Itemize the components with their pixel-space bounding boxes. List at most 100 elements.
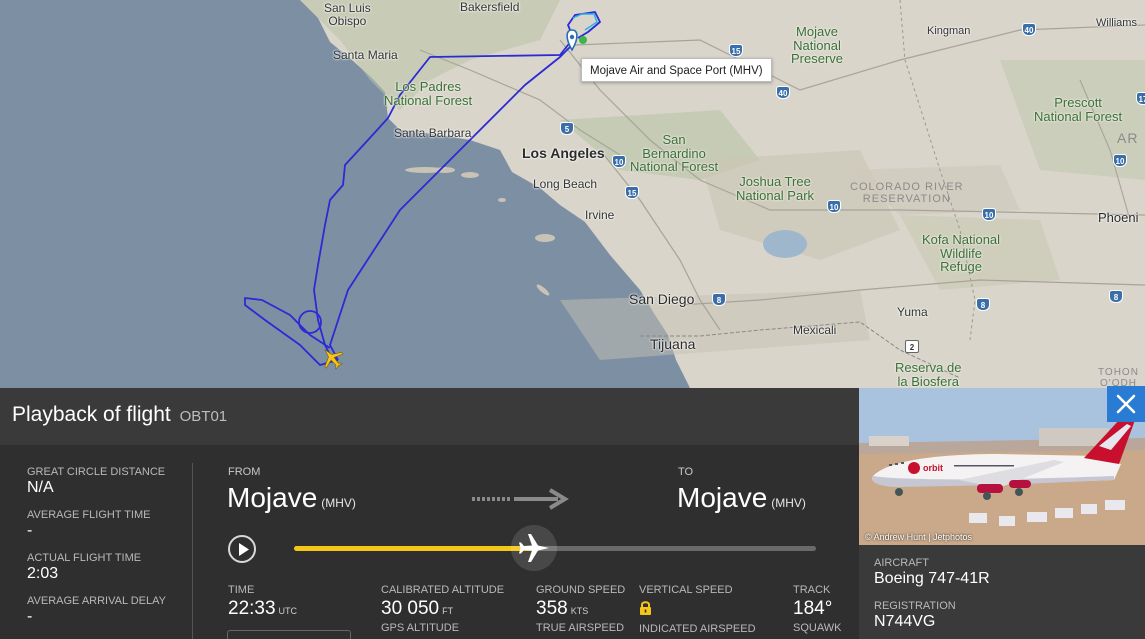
svg-text:orbit: orbit xyxy=(923,463,943,473)
time-number: 22:33 xyxy=(228,598,276,619)
map-canvas xyxy=(0,0,1145,388)
highway-shield: 17 xyxy=(1136,92,1145,105)
highway-shield: 8 xyxy=(976,298,990,311)
registration-value[interactable]: N744VG xyxy=(874,613,956,631)
indicated-airspeed-label: INDICATED AIRSPEED xyxy=(639,623,756,635)
flight-map[interactable]: Bakersfield San Luis Obispo Santa Maria … xyxy=(0,0,1145,388)
track-label: TRACK xyxy=(793,584,831,596)
close-button[interactable] xyxy=(1107,386,1145,422)
playback-speed-controls[interactable] xyxy=(227,630,351,639)
playback-scrubber[interactable] xyxy=(511,525,558,571)
from-city: Mojave xyxy=(227,482,318,513)
flight-id: OBT01 xyxy=(179,408,228,425)
to-airport[interactable]: Mojave (MHV) xyxy=(677,482,806,514)
true-airspeed-label: TRUE AIRSPEED xyxy=(536,622,625,634)
registration-block: REGISTRATION N744VG xyxy=(874,600,956,631)
play-icon xyxy=(239,543,249,556)
highway-shield: 40 xyxy=(776,86,790,99)
label-san-luis-obispo: San Luis Obispo xyxy=(324,1,371,28)
to-code: (MHV) xyxy=(771,496,806,510)
avg-flight-label: AVERAGE FLIGHT TIME xyxy=(27,509,151,521)
ground-speed-label: GROUND SPEED xyxy=(536,584,626,596)
aircraft-value[interactable]: Boeing 747-41R xyxy=(874,570,990,588)
highway-shield: 8 xyxy=(1109,290,1123,303)
playback-progress xyxy=(294,546,535,551)
ground-speed-unit: KTS xyxy=(570,606,589,616)
ground-speed-cell: GROUND SPEED 358 KTS TRUE AIRSPEED xyxy=(536,584,625,634)
great-circle-value: N/A xyxy=(27,479,54,496)
lock-icon[interactable] xyxy=(639,600,652,616)
actual-flight-label: ACTUAL FLIGHT TIME xyxy=(27,552,142,564)
time-value: 22:33 UTC xyxy=(228,598,297,620)
highway-shield: 40 xyxy=(1022,23,1036,36)
from-airport[interactable]: Mojave (MHV) xyxy=(227,482,356,514)
photo-credit[interactable]: © Andrew Hunt | Jetphotos xyxy=(865,532,972,542)
time-label: TIME xyxy=(228,584,255,596)
panel-header: Playback of flight OBT01 xyxy=(0,388,859,445)
panel-body: GREAT CIRCLE DISTANCE N/A AVERAGE FLIGHT… xyxy=(0,445,859,639)
label-san-diego: San Diego xyxy=(629,291,695,307)
time-cell: TIME 22:33 UTC xyxy=(228,584,297,620)
cal-alt-label: CALIBRATED ALTITUDE xyxy=(381,584,505,596)
vert-speed-value xyxy=(639,596,756,621)
label-ar: AR xyxy=(1117,130,1139,146)
to-city: Mojave xyxy=(677,482,768,513)
avg-delay-value: - xyxy=(27,608,33,625)
track-cell: TRACK 184° SQUAWK xyxy=(793,584,842,634)
flight-stats: GREAT CIRCLE DISTANCE N/A AVERAGE FLIGHT… xyxy=(27,466,187,638)
label-prescott: Prescott National Forest xyxy=(1034,95,1123,124)
avg-flight-stat: AVERAGE FLIGHT TIME - xyxy=(27,509,187,552)
ground-speed-value: 358 KTS xyxy=(536,598,625,620)
highway-shield: 10 xyxy=(1113,154,1127,167)
label-kofa: Kofa National Wildlife Refuge xyxy=(922,232,1001,275)
label-reserva: Reserva de la Biosfera xyxy=(895,360,962,388)
aircraft-label: AIRCRAFT xyxy=(874,557,929,569)
highway-shield: 10 xyxy=(982,208,996,221)
to-label: TO xyxy=(678,466,694,478)
track-value: 184° xyxy=(793,598,833,619)
airport-tooltip: Mojave Air and Space Port (MHV) xyxy=(581,58,772,82)
label-tohono: TOHON O'ODH xyxy=(1098,367,1139,388)
route-arrow-icon xyxy=(472,488,569,510)
label-colorado-river: COLORADO RIVER RESERVATION xyxy=(850,181,964,205)
label-tijuana: Tijuana xyxy=(650,336,696,352)
avg-flight-value: - xyxy=(27,522,33,539)
aircraft-type-block: AIRCRAFT Boeing 747-41R xyxy=(874,557,990,588)
label-williams: Williams xyxy=(1096,17,1137,29)
calibrated-altitude-cell: CALIBRATED ALTITUDE 30 050 FT GPS ALTITUD… xyxy=(381,584,504,634)
label-santa-barbara: Santa Barbara xyxy=(394,126,472,140)
great-circle-label: GREAT CIRCLE DISTANCE xyxy=(27,466,166,478)
label-yuma: Yuma xyxy=(897,305,928,319)
label-mexicali: Mexicali xyxy=(793,323,837,337)
aircraft-photo-image: orbit xyxy=(859,388,1145,545)
cal-alt-value: 30 050 FT xyxy=(381,598,504,620)
vert-speed-label: VERTICAL SPEED xyxy=(639,584,733,596)
from-code: (MHV) xyxy=(321,496,356,510)
play-button[interactable] xyxy=(228,535,256,563)
label-joshua-tree: Joshua Tree National Park xyxy=(736,174,815,203)
aircraft-photo[interactable]: orbit © Andrew Hunt | Jetphotos xyxy=(859,388,1145,545)
registration-label: REGISTRATION xyxy=(874,600,956,612)
actual-flight-value: 2:03 xyxy=(27,565,59,582)
actual-flight-stat: ACTUAL FLIGHT TIME 2:03 xyxy=(27,552,187,595)
label-los-angeles: Los Angeles xyxy=(522,145,605,161)
ground-speed-number: 358 xyxy=(536,598,568,619)
highway-shield: 15 xyxy=(729,44,743,57)
label-los-padres: Los Padres National Forest xyxy=(384,79,473,108)
label-kingman: Kingman xyxy=(927,25,971,37)
avg-delay-label: AVERAGE ARRIVAL DELAY xyxy=(27,595,166,607)
panel-divider xyxy=(192,463,193,639)
highway-shield: 8 xyxy=(712,293,726,306)
cal-alt-unit: FT xyxy=(442,606,454,616)
avg-delay-stat: AVERAGE ARRIVAL DELAY - xyxy=(27,595,187,638)
playback-panel: Playback of flight OBT01 GREAT CIRCLE DI… xyxy=(0,388,859,639)
highway-shield: 10 xyxy=(612,155,626,168)
highway-shield: 5 xyxy=(560,122,574,135)
panel-title: Playback of flight OBT01 xyxy=(12,403,227,427)
scrubber-aircraft-icon xyxy=(519,534,550,562)
label-bakersfield: Bakersfield xyxy=(460,0,520,14)
cal-alt-number: 30 050 xyxy=(381,598,440,619)
label-mojave-preserve: Mojave National Preserve xyxy=(791,24,844,67)
close-icon xyxy=(1116,394,1136,414)
label-long-beach: Long Beach xyxy=(533,177,598,191)
